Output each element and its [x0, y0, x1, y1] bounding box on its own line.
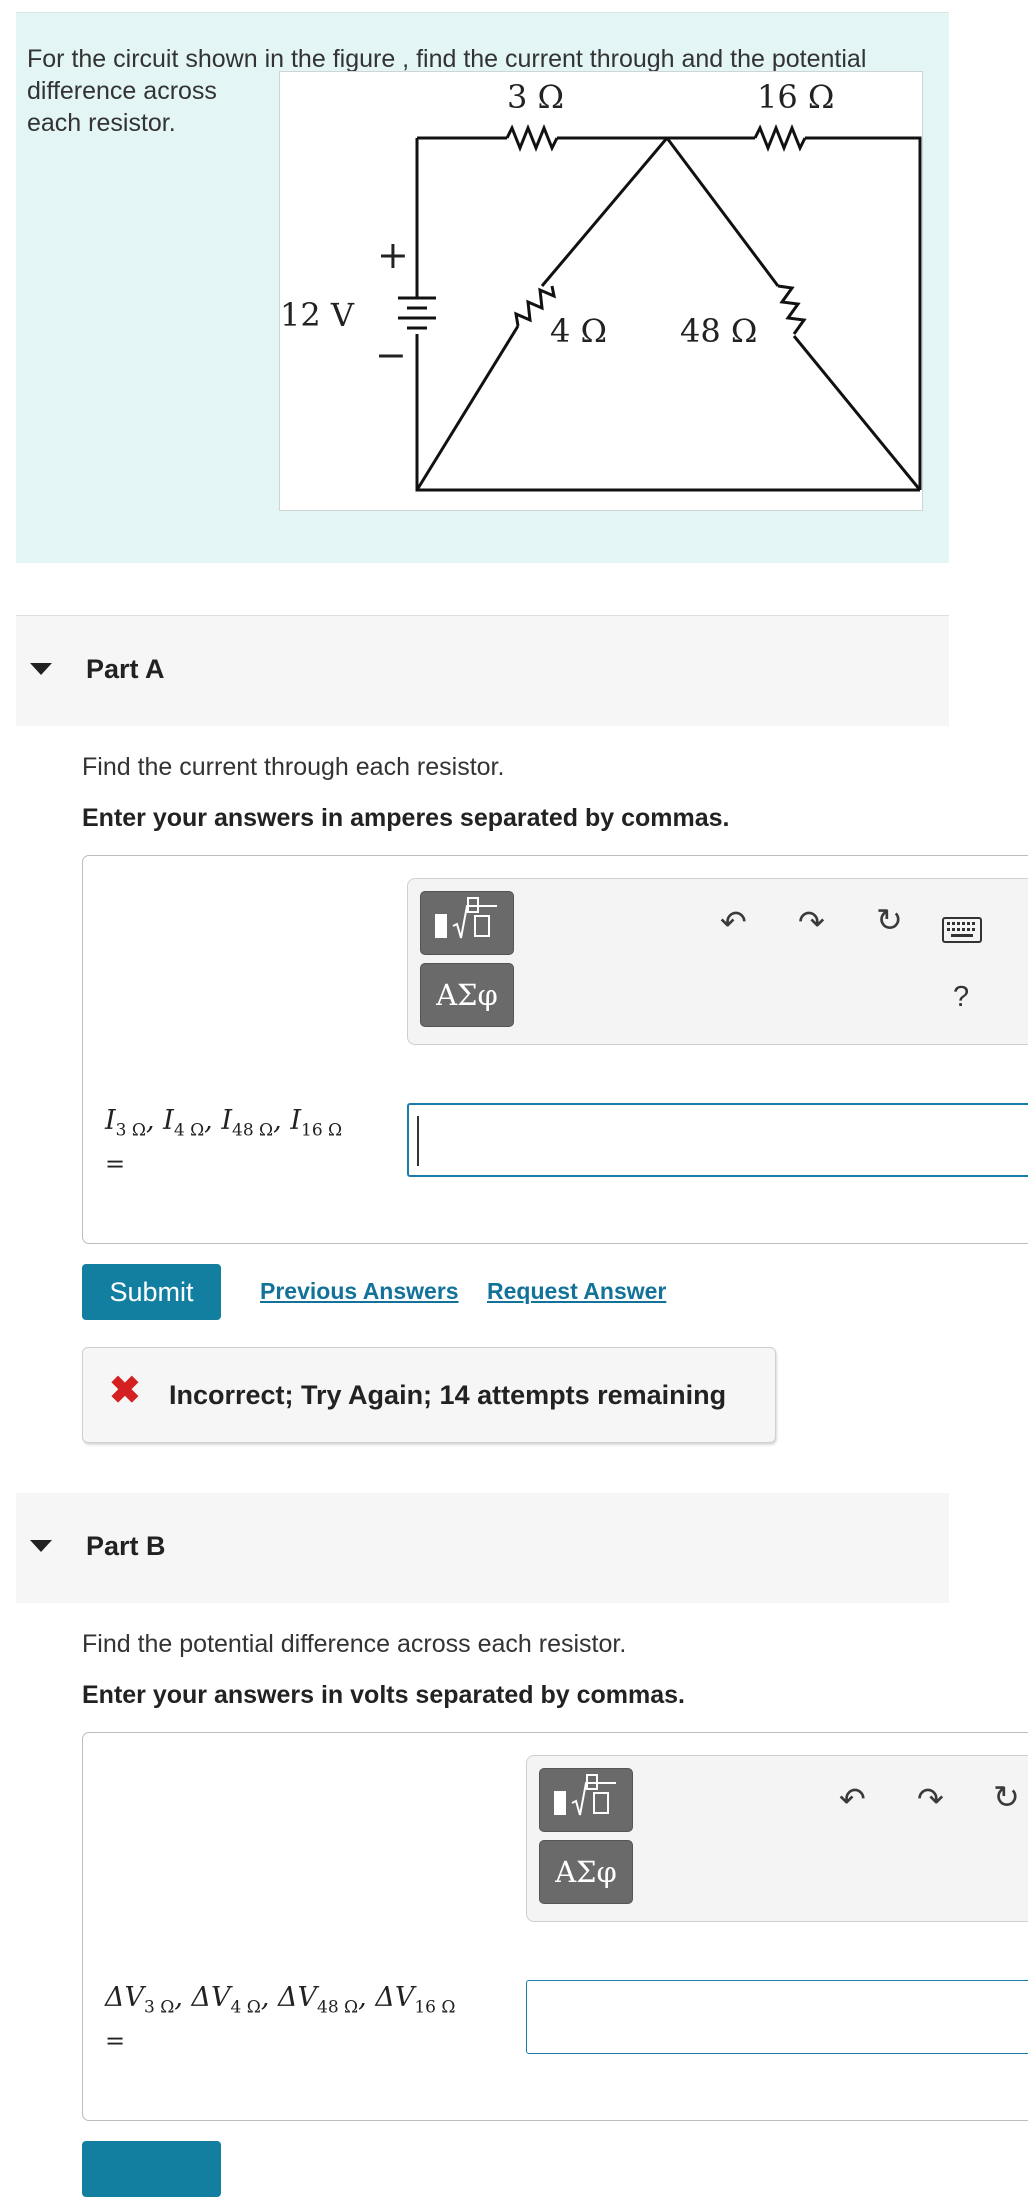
previous-answers-link[interactable]: Previous Answers — [260, 1278, 459, 1305]
resistor-16-ohm — [753, 123, 807, 153]
collapse-caret-icon[interactable] — [30, 663, 52, 675]
reset-icon[interactable]: ↻ — [993, 1778, 1020, 1816]
redo-icon[interactable]: ↷ — [917, 1780, 944, 1818]
part-b-answer-input[interactable] — [526, 1980, 1028, 2054]
part-b-variable-label: ΔV3 Ω, ΔV4 Ω, ΔV48 Ω, ΔV16 Ω = — [105, 1982, 456, 2056]
part-a-instruction: Enter your answers in amperes separated … — [82, 804, 730, 832]
help-button[interactable]: ? — [953, 981, 969, 1014]
part-a-title: Part A — [86, 654, 165, 684]
keyboard-icon[interactable] — [942, 917, 982, 948]
wire-left-diag-top — [540, 137, 669, 287]
label-battery-12v: 12 V — [280, 296, 355, 334]
problem-text-line2: difference across each resistor. — [27, 77, 217, 137]
part-a-header[interactable]: Part A — [16, 615, 949, 726]
part-b-instruction: Enter your answers in volts separated by… — [82, 1681, 686, 1709]
part-b-question: Find the potential difference across eac… — [82, 1630, 627, 1658]
feedback-message: ✖ Incorrect; Try Again; 14 attempts rema… — [82, 1347, 776, 1443]
greek-symbols-button[interactable]: ΑΣφ — [539, 1840, 633, 1904]
templates-button[interactable] — [420, 891, 514, 955]
redo-icon[interactable]: ↷ — [798, 903, 825, 941]
battery-minus-sign: − — [375, 333, 407, 377]
battery-plus-sign: + — [377, 233, 409, 277]
resistor-48-ohm — [777, 284, 807, 335]
part-b-header[interactable]: Part B — [16, 1493, 949, 1603]
feedback-text: Incorrect; Try Again; 14 attempts remain… — [169, 1380, 727, 1410]
text-cursor — [417, 1116, 419, 1166]
request-answer-link[interactable]: Request Answer — [487, 1278, 666, 1305]
resistor-4-ohm — [514, 285, 557, 327]
reset-icon[interactable]: ↻ — [876, 901, 903, 939]
undo-icon[interactable]: ↶ — [720, 903, 747, 941]
incorrect-icon: ✖ — [109, 1370, 141, 1412]
wire-bottom — [415, 334, 920, 492]
submit-button[interactable] — [82, 2141, 221, 2197]
wire-right-diag-top — [665, 137, 780, 287]
undo-icon[interactable]: ↶ — [839, 1780, 866, 1818]
part-a-math-toolbar: ΑΣφ ↶ ↷ ↻ ? — [407, 878, 1028, 1045]
resistor-3-ohm — [505, 123, 559, 153]
part-b-title: Part B — [86, 1531, 166, 1561]
label-3-ohm: 3 Ω — [507, 78, 564, 116]
part-a-question: Find the current through each resistor. — [82, 753, 505, 781]
wire-left-diag-bottom — [415, 325, 520, 491]
part-a-answer-box: ΑΣφ ↶ ↷ ↻ ? I3 Ω, I4 Ω, I48 Ω, I16 Ω = — [82, 855, 1028, 1244]
collapse-caret-icon[interactable] — [30, 1540, 52, 1552]
fraction-radical-template-icon — [554, 1774, 616, 1816]
equals-sign: = — [105, 2027, 126, 2056]
part-a-variable-label: I3 Ω, I4 Ω, I48 Ω, I16 Ω = — [105, 1105, 343, 1179]
templates-button[interactable] — [539, 1768, 633, 1832]
circuit-diagram: 3 Ω 16 Ω 12 V + − 4 Ω 48 Ω — [280, 78, 922, 492]
equals-sign: = — [105, 1150, 126, 1179]
problem-statement: For the circuit shown in the figure , fi… — [16, 12, 949, 563]
greek-symbols-button[interactable]: ΑΣφ — [420, 963, 514, 1027]
label-16-ohm: 16 Ω — [757, 78, 834, 116]
fraction-radical-template-icon — [435, 897, 497, 939]
label-48-ohm: 48 Ω — [680, 312, 757, 350]
part-b-answer-box: ΑΣφ ↶ ↷ ↻ ΔV3 Ω, ΔV4 Ω, ΔV48 Ω, ΔV16 Ω = — [82, 1732, 1028, 2121]
circuit-figure: 3 Ω 16 Ω 12 V + − 4 Ω 48 Ω — [279, 71, 923, 511]
part-b-math-toolbar: ΑΣφ ↶ ↷ ↻ — [526, 1755, 1028, 1922]
submit-button[interactable]: Submit — [82, 1264, 221, 1320]
wire-top-right — [805, 136, 922, 490]
label-4-ohm: 4 Ω — [550, 312, 607, 350]
wire-right-diag-bottom — [792, 335, 922, 491]
part-a-answer-input[interactable] — [407, 1103, 1028, 1177]
